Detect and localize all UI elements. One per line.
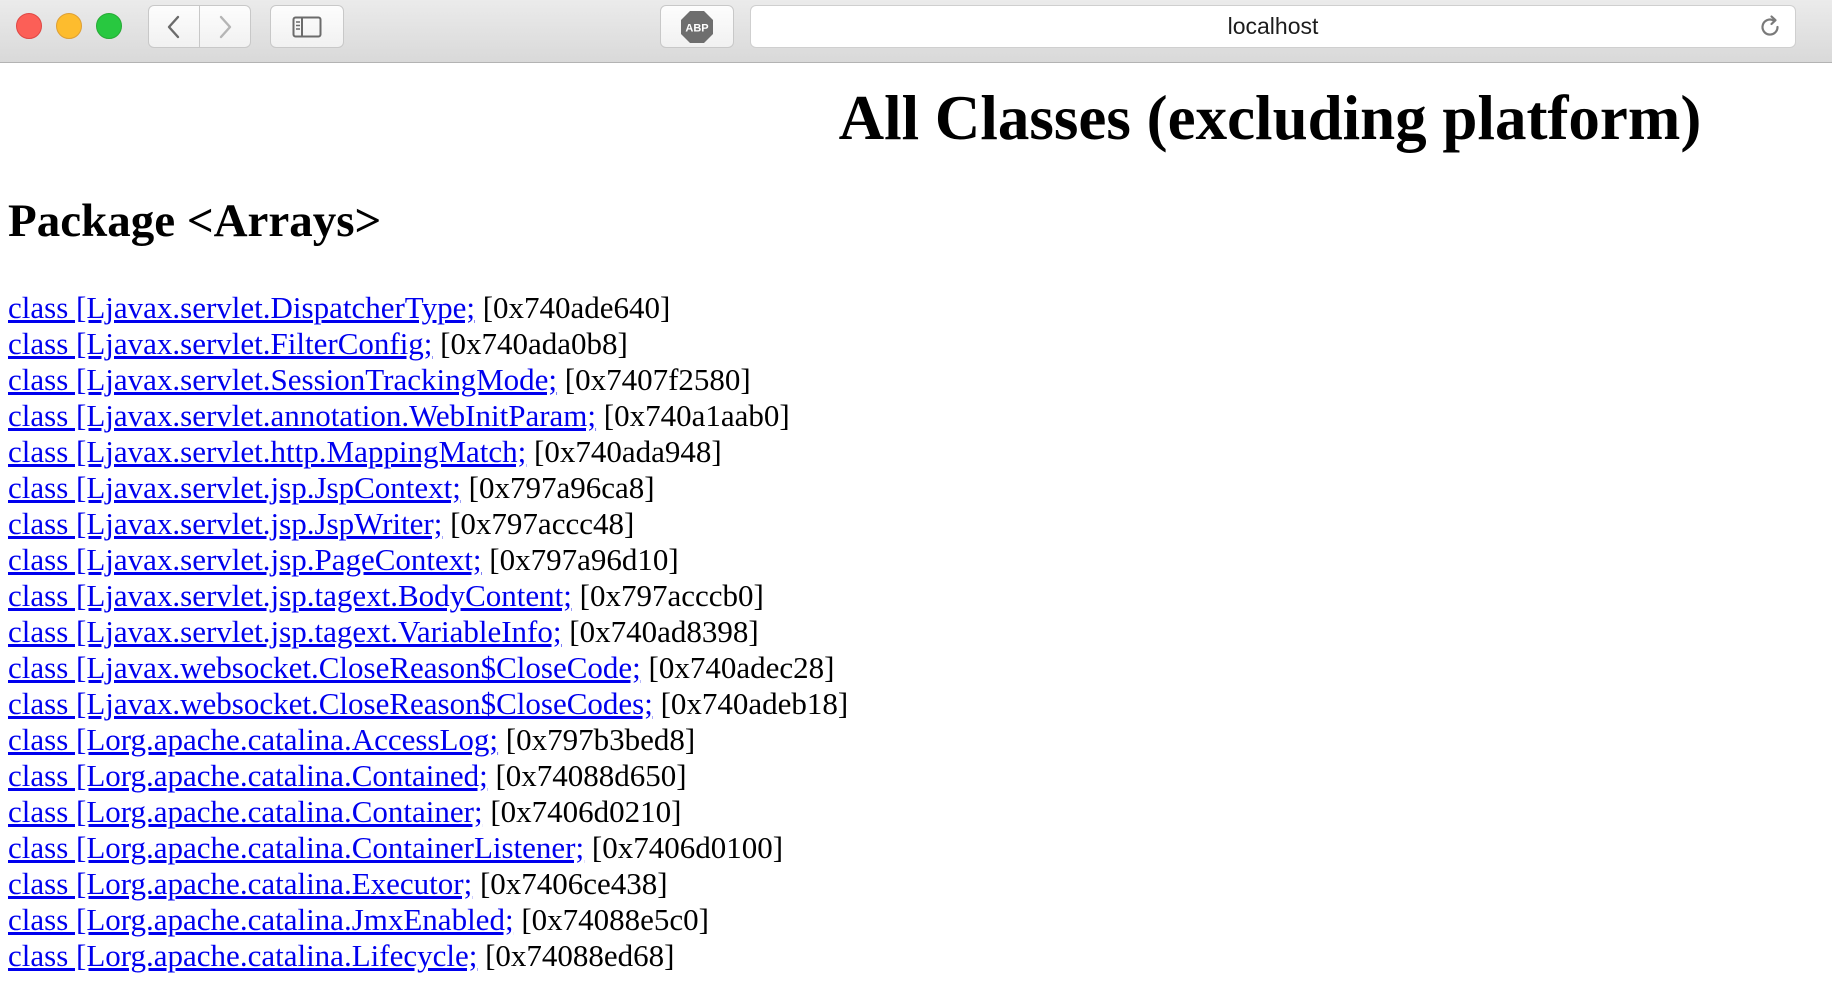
browser-toolbar: ABP localhost: [0, 0, 1832, 63]
class-address: [0x797b3bed8]: [505, 722, 696, 757]
class-list-item: class [Ljavax.servlet.DispatcherType; [0…: [8, 290, 848, 326]
adblock-plus-button[interactable]: ABP: [660, 5, 734, 48]
class-link[interactable]: class [Ljavax.servlet.jsp.tagext.Variabl…: [8, 614, 562, 649]
class-link[interactable]: class [Ljavax.servlet.FilterConfig;: [8, 326, 432, 361]
chevron-left-icon: [167, 15, 180, 38]
class-link[interactable]: class [Ljavax.servlet.annotation.WebInit…: [8, 398, 596, 433]
class-address: [0x740adeb18]: [660, 686, 849, 721]
class-list-item: class [Ljavax.servlet.annotation.WebInit…: [8, 398, 848, 434]
class-address: [0x74088e5c0]: [521, 902, 709, 937]
class-address: [0x740adec28]: [648, 650, 835, 685]
class-list-item: class [Ljavax.servlet.jsp.JspWriter; [0x…: [8, 506, 848, 542]
adblock-stop-sign-icon: ABP: [681, 10, 713, 43]
class-address: [0x797a96d10]: [489, 542, 679, 577]
chevron-right-icon: [219, 15, 232, 38]
class-link[interactable]: class [Lorg.apache.catalina.JmxEnabled;: [8, 902, 514, 937]
class-address: [0x740ada0b8]: [440, 326, 628, 361]
class-list-item: class [Lorg.apache.catalina.Executor; [0…: [8, 866, 848, 902]
forward-button[interactable]: [199, 5, 251, 48]
close-window-button[interactable]: [16, 13, 42, 39]
class-link[interactable]: class [Ljavax.servlet.DispatcherType;: [8, 290, 475, 325]
zoom-window-button[interactable]: [96, 13, 122, 39]
class-list-item: class [Ljavax.servlet.FilterConfig; [0x7…: [8, 326, 848, 362]
class-link[interactable]: class [Ljavax.servlet.SessionTrackingMod…: [8, 362, 557, 397]
class-address: [0x797accc48]: [450, 506, 635, 541]
class-link[interactable]: class [Ljavax.servlet.http.MappingMatch;: [8, 434, 526, 469]
class-list-item: class [Lorg.apache.catalina.AccessLog; […: [8, 722, 848, 758]
class-address: [0x740ade640]: [482, 290, 671, 325]
class-link[interactable]: class [Ljavax.servlet.jsp.JspContext;: [8, 470, 461, 505]
class-list-item: class [Ljavax.websocket.CloseReason$Clos…: [8, 650, 848, 686]
class-list-item: class [Ljavax.servlet.jsp.tagext.Variabl…: [8, 614, 848, 650]
class-link[interactable]: class [Lorg.apache.catalina.Contained;: [8, 758, 488, 793]
class-list-item: class [Ljavax.servlet.jsp.tagext.BodyCon…: [8, 578, 848, 614]
sidebar-icon: [292, 16, 322, 37]
class-address: [0x74088ed68]: [485, 938, 675, 973]
class-address: [0x7406ce438]: [479, 866, 668, 901]
class-link[interactable]: class [Lorg.apache.catalina.Container;: [8, 794, 483, 829]
class-link[interactable]: class [Lorg.apache.catalina.Lifecycle;: [8, 938, 477, 973]
class-link[interactable]: class [Ljavax.servlet.jsp.PageContext;: [8, 542, 482, 577]
page-content: All Classes (excluding platform) Package…: [0, 63, 1832, 981]
class-link[interactable]: class [Lorg.apache.catalina.AccessLog;: [8, 722, 498, 757]
class-link[interactable]: class [Ljavax.servlet.jsp.JspWriter;: [8, 506, 442, 541]
reload-icon[interactable]: [1757, 14, 1783, 40]
class-list-item: class [Lorg.apache.catalina.JmxEnabled; …: [8, 902, 848, 938]
class-link[interactable]: class [Ljavax.websocket.CloseReason$Clos…: [8, 650, 641, 685]
page-title: All Classes (excluding platform): [838, 83, 1702, 153]
class-list-item: class [Lorg.apache.catalina.Contained; […: [8, 758, 848, 794]
class-list-item: class [Lorg.apache.catalina.Lifecycle; […: [8, 938, 848, 974]
back-button[interactable]: [148, 5, 200, 48]
class-address: [0x740ad8398]: [569, 614, 759, 649]
class-list: class [Ljavax.servlet.DispatcherType; [0…: [8, 290, 848, 974]
class-link[interactable]: class [Ljavax.websocket.CloseReason$Clos…: [8, 686, 653, 721]
minimize-window-button[interactable]: [56, 13, 82, 39]
class-link[interactable]: class [Ljavax.servlet.jsp.tagext.BodyCon…: [8, 578, 572, 613]
class-address: [0x7406d0100]: [591, 830, 784, 865]
class-address: [0x7406d0210]: [490, 794, 682, 829]
package-heading: Package <Arrays>: [8, 195, 382, 247]
class-link[interactable]: class [Lorg.apache.catalina.ContainerLis…: [8, 830, 584, 865]
class-list-item: class [Lorg.apache.catalina.ContainerLis…: [8, 830, 848, 866]
class-address: [0x7407f2580]: [564, 362, 751, 397]
address-bar[interactable]: localhost: [750, 5, 1796, 48]
class-list-item: class [Ljavax.websocket.CloseReason$Clos…: [8, 686, 848, 722]
class-address: [0x797acccb0]: [579, 578, 764, 613]
class-address: [0x797a96ca8]: [468, 470, 655, 505]
class-list-item: class [Lorg.apache.catalina.Container; […: [8, 794, 848, 830]
class-list-item: class [Ljavax.servlet.SessionTrackingMod…: [8, 362, 848, 398]
class-address: [0x74088d650]: [495, 758, 687, 793]
class-address: [0x740ada948]: [534, 434, 722, 469]
class-list-item: class [Ljavax.servlet.jsp.JspContext; [0…: [8, 470, 848, 506]
sidebar-toggle-button[interactable]: [270, 5, 344, 48]
class-link[interactable]: class [Lorg.apache.catalina.Executor;: [8, 866, 472, 901]
abp-label: ABP: [685, 22, 708, 34]
class-address: [0x740a1aab0]: [603, 398, 790, 433]
class-list-item: class [Ljavax.servlet.jsp.PageContext; […: [8, 542, 848, 578]
class-list-item: class [Ljavax.servlet.http.MappingMatch;…: [8, 434, 848, 470]
address-text: localhost: [1227, 13, 1319, 39]
